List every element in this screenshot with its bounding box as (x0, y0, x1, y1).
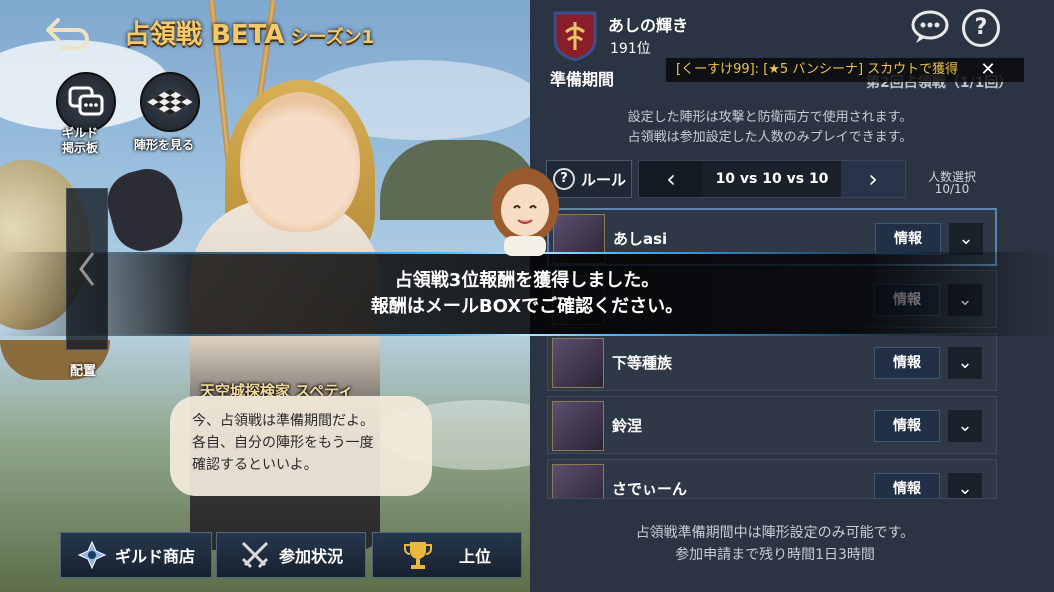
description-line: 占領戦は参加設定した人数のみプレイできます。 (627, 130, 913, 145)
reward-message-line1: 占領戦3位報酬を獲得しました。 (394, 270, 660, 291)
matchup-text: 10 vs 10 vs 10 (715, 171, 829, 187)
guild-board-label-line1: ギルド (62, 126, 99, 140)
scout-notice: [くーすけ99]: [★5 バンシーナ] スカウトで獲得 (666, 58, 1024, 82)
guild-board-button[interactable] (56, 72, 116, 132)
matchup-selector: ‹ 10 vs 10 vs 10 › (638, 160, 906, 198)
speech-bubble: 今、占領戦は準備期間だよ。 各自、自分の陣形をもう一度 確認するといいよ。 (170, 396, 432, 496)
trophy-icon (403, 542, 432, 569)
chevron-left-icon: ‹ (666, 165, 676, 193)
reward-message: 占領戦3位報酬を獲得しました。 報酬はメールBOXでご確認ください。 (0, 268, 1054, 320)
ranking-button[interactable]: 上位 (372, 532, 522, 578)
member-expand-button[interactable]: ⌄ (948, 410, 982, 442)
character-hand (100, 162, 190, 258)
member-avatar (552, 401, 604, 451)
member-expand-button[interactable]: ⌄ (949, 223, 983, 255)
checkerboard-icon (147, 88, 193, 116)
member-name: さでぃーん (612, 480, 688, 498)
notice-close-button[interactable]: ✕ (976, 58, 1000, 82)
view-formation-button[interactable] (140, 72, 200, 132)
chevron-down-icon: ⌄ (957, 415, 973, 436)
footer-line: 占領戦準備期間中は陣形設定のみ可能です。 (635, 525, 915, 541)
deploy-label: 配置 (70, 364, 97, 379)
guild-shop-button[interactable]: ギルド商店 (60, 532, 212, 578)
season-label: シーズン1 (290, 27, 375, 48)
dialogue-line: 各自、自分の陣形をもう一度 (192, 435, 374, 451)
description: 設定した陣形は攻撃と防衛両方で使用されます。 占領戦は参加設定した人数のみプレイ… (555, 108, 985, 148)
view-formation-label: 陣形を見る (134, 138, 195, 152)
member-row[interactable]: さでぃーん 情報 ⌄ (547, 459, 997, 499)
member-name: 鈴涅 (612, 417, 643, 435)
chevron-down-icon: ⌄ (957, 352, 973, 373)
chat-board-icon (68, 86, 104, 116)
guild-emblem (552, 10, 598, 62)
chat-icon (911, 10, 949, 43)
member-info-button[interactable]: 情報 (874, 473, 940, 498)
mascot-avatar (484, 166, 566, 256)
member-expand-button[interactable]: ⌄ (948, 347, 982, 379)
reward-message-line2: 報酬はメールBOXでご確認ください。 (370, 296, 684, 317)
matchup-prev-button[interactable]: ‹ (639, 161, 703, 197)
rule-label: ルール (581, 170, 627, 189)
title-beta: BETA (211, 20, 285, 50)
member-row[interactable]: 鈴涅 情報 ⌄ (547, 396, 997, 454)
title-main: 占領戦 (124, 20, 203, 50)
member-expand-button[interactable]: ⌄ (948, 473, 982, 499)
member-avatar (552, 464, 604, 498)
member-row[interactable]: 下等種族 情報 ⌄ (547, 333, 997, 391)
guild-rank: 191位 (610, 41, 651, 57)
chevron-right-icon: › (868, 165, 878, 193)
member-name: 下等種族 (612, 354, 673, 372)
guild-emblem-icon (553, 11, 597, 62)
swords-icon (241, 541, 269, 569)
description-line: 設定した陣形は攻撃と防衛両方で使用されます。 (627, 110, 913, 125)
character-head (240, 92, 360, 232)
participation-label: 参加状況 (278, 547, 343, 566)
member-info-button[interactable]: 情報 (874, 347, 940, 379)
guild-board-label-line2: 掲示板 (62, 141, 99, 155)
guild-name: あしの輝き (608, 16, 689, 35)
guild-shop-label: ギルド商店 (114, 547, 195, 566)
guild-board-label: ギルド 掲示板 (62, 126, 98, 156)
page-title: 占領戦 BETA シーズン1 (124, 14, 374, 51)
dialogue-line: 今、占領戦は準備期間だよ。 (192, 413, 374, 429)
chevron-down-icon: ⌄ (958, 228, 974, 249)
reward-banner: 占領戦3位報酬を獲得しました。 報酬はメールBOXでご確認ください。 (0, 252, 1054, 336)
participation-button[interactable]: 参加状況 (216, 532, 366, 578)
member-avatar (552, 338, 604, 388)
mascot-icon (491, 168, 559, 256)
period-label: 準備期間 (550, 70, 615, 89)
back-button[interactable] (44, 12, 92, 52)
ranking-label: 上位 (458, 547, 491, 566)
member-info-button[interactable]: 情報 (875, 223, 941, 255)
headcount-value: 10/10 (934, 182, 970, 196)
shop-icon (77, 540, 107, 570)
back-arrow-icon (46, 18, 89, 50)
chat-button[interactable] (910, 9, 950, 45)
help-icon[interactable]: ? (962, 9, 1000, 47)
banner-bottom-line (80, 334, 974, 336)
matchup-next-button[interactable]: › (841, 161, 905, 197)
chevron-down-icon: ⌄ (957, 478, 973, 499)
footer-line: 参加申請まで残り時間1日3時間 (675, 547, 875, 563)
footer-note: 占領戦準備期間中は陣形設定のみ可能です。 参加申請まで残り時間1日3時間 (555, 522, 995, 566)
member-info-button[interactable]: 情報 (874, 410, 940, 442)
dialogue-line: 確認するといいよ。 (192, 457, 318, 473)
